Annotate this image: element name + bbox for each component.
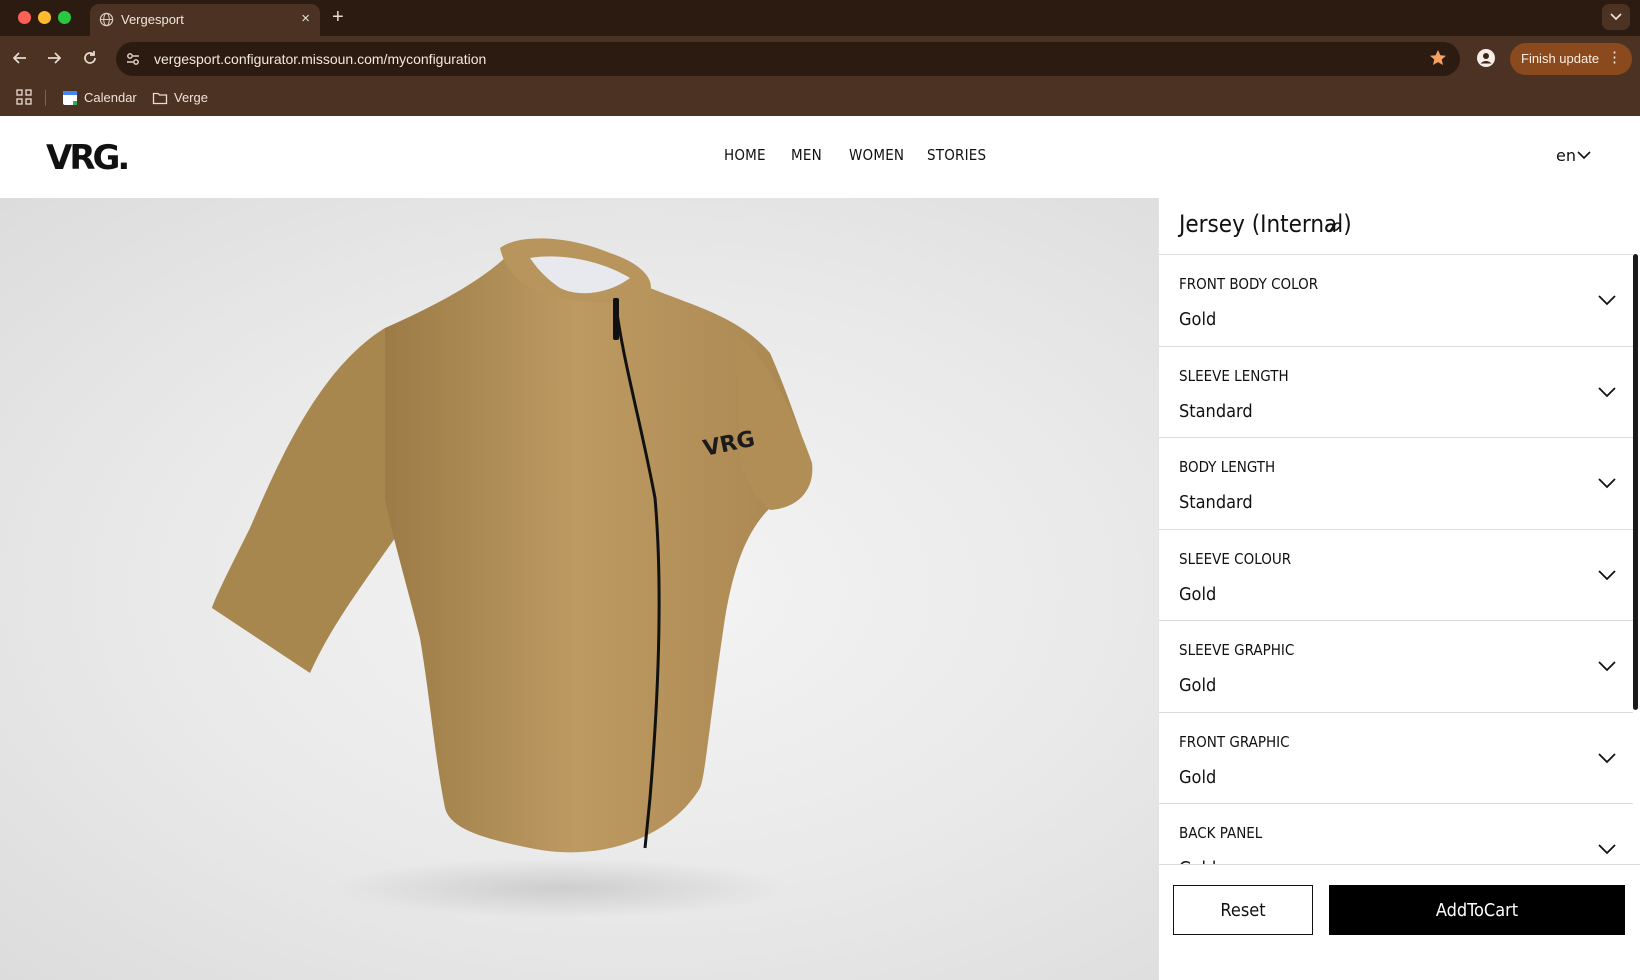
close-tab-icon[interactable]: × xyxy=(301,10,310,28)
option-front-graphic[interactable]: FRONT GRAPHIC Gold xyxy=(1159,711,1633,804)
minimize-window-button[interactable] xyxy=(38,11,51,24)
chevron-down-icon xyxy=(1577,151,1591,160)
nav-men[interactable]: MEN xyxy=(791,146,822,164)
link-icon[interactable] xyxy=(1324,218,1342,236)
site-settings-icon[interactable] xyxy=(124,50,142,68)
browser-menu-icon[interactable]: ⋮ xyxy=(1607,49,1622,67)
bookmarks-bar: Calendar Verge xyxy=(0,80,1640,116)
option-value: Standard xyxy=(1179,400,1253,422)
option-value: Gold xyxy=(1179,309,1217,330)
apps-grid-icon[interactable] xyxy=(16,89,32,105)
bookmark-label: Verge xyxy=(174,90,208,105)
site-header: VRG. HOME MEN WOMEN STORIES en xyxy=(0,116,1640,198)
option-sleeve-colour[interactable]: SLEEVE COLOUR Gold xyxy=(1159,528,1633,621)
option-value: Gold xyxy=(1179,766,1217,788)
bookmark-star-icon[interactable] xyxy=(1428,48,1448,68)
option-label: FRONT BODY COLOR xyxy=(1179,275,1319,293)
bookmarks-divider xyxy=(45,90,46,106)
option-value: Gold xyxy=(1179,583,1217,605)
tab-search-button[interactable] xyxy=(1602,4,1630,30)
browser-toolbar: vergesport.configurator.missoun.com/myco… xyxy=(0,36,1640,80)
back-icon[interactable] xyxy=(10,48,30,68)
action-bar: Reset AddToCart xyxy=(1159,864,1640,980)
options-scrollbar[interactable] xyxy=(1633,254,1638,710)
chevron-down-icon xyxy=(1598,752,1616,763)
chevron-down-icon xyxy=(1598,844,1616,855)
globe-icon xyxy=(99,12,114,27)
option-value: Standard xyxy=(1179,492,1253,513)
tab-title: Vergesport xyxy=(121,12,184,27)
folder-icon xyxy=(152,92,168,105)
bookmark-label: Calendar xyxy=(84,90,137,105)
option-sleeve-length[interactable]: SLEEVE LENGTH Standard xyxy=(1159,345,1633,438)
option-label: SLEEVE LENGTH xyxy=(1179,366,1289,385)
maximize-window-button[interactable] xyxy=(58,11,71,24)
profile-icon[interactable] xyxy=(1476,48,1496,68)
chevron-down-icon xyxy=(1610,13,1622,21)
configurator-panel: Jersey (Internal) FRONT BODY COLOR Gold … xyxy=(1158,198,1640,980)
option-value: Gold xyxy=(1179,675,1217,696)
webpage: VRG. HOME MEN WOMEN STORIES en VRG Jerse… xyxy=(0,116,1640,980)
language-selector[interactable]: en xyxy=(1556,146,1591,165)
nav-women[interactable]: WOMEN xyxy=(849,146,904,164)
nav-home[interactable]: HOME xyxy=(724,146,766,164)
chevron-down-icon xyxy=(1598,295,1616,306)
option-front-body-color[interactable]: FRONT BODY COLOR Gold xyxy=(1159,254,1633,346)
option-label: FRONT GRAPHIC xyxy=(1179,732,1290,751)
chevron-down-icon xyxy=(1598,569,1616,580)
option-sleeve-graphic[interactable]: SLEEVE GRAPHIC Gold xyxy=(1159,620,1633,712)
calendar-icon xyxy=(63,91,77,105)
nav-stories[interactable]: STORIES xyxy=(927,146,986,164)
reset-button[interactable]: Reset xyxy=(1173,885,1313,935)
chevron-down-icon xyxy=(1598,661,1616,672)
url-text: vergesport.configurator.missoun.com/myco… xyxy=(154,51,487,67)
logo-text: VRG. xyxy=(46,138,127,176)
finish-update-label: Finish update xyxy=(1521,51,1600,66)
product-3d-viewer[interactable]: VRG xyxy=(0,198,1158,980)
forward-icon[interactable] xyxy=(44,48,64,68)
option-label: BODY LENGTH xyxy=(1179,458,1276,476)
browser-tab-active[interactable]: Vergesport × xyxy=(90,4,320,36)
add-to-cart-button[interactable]: AddToCart xyxy=(1329,885,1625,935)
chevron-down-icon xyxy=(1598,386,1616,397)
option-label: BACK PANEL xyxy=(1179,824,1263,842)
language-value: en xyxy=(1556,146,1576,165)
option-body-length[interactable]: BODY LENGTH Standard xyxy=(1159,437,1633,529)
vrg-logo[interactable]: VRG. xyxy=(46,136,136,176)
jersey-3d-model[interactable]: VRG xyxy=(0,198,1158,980)
new-tab-button[interactable]: + xyxy=(332,5,344,29)
reload-icon[interactable] xyxy=(80,48,100,68)
chevron-down-icon xyxy=(1598,478,1616,489)
close-window-button[interactable] xyxy=(18,11,31,24)
finish-update-button[interactable]: Finish update ⋮ xyxy=(1510,43,1632,75)
option-label: SLEEVE COLOUR xyxy=(1179,549,1292,568)
option-label: SLEEVE GRAPHIC xyxy=(1179,641,1295,659)
address-bar[interactable]: vergesport.configurator.missoun.com/myco… xyxy=(116,42,1460,76)
browser-tabstrip: Vergesport × + xyxy=(0,0,1640,36)
